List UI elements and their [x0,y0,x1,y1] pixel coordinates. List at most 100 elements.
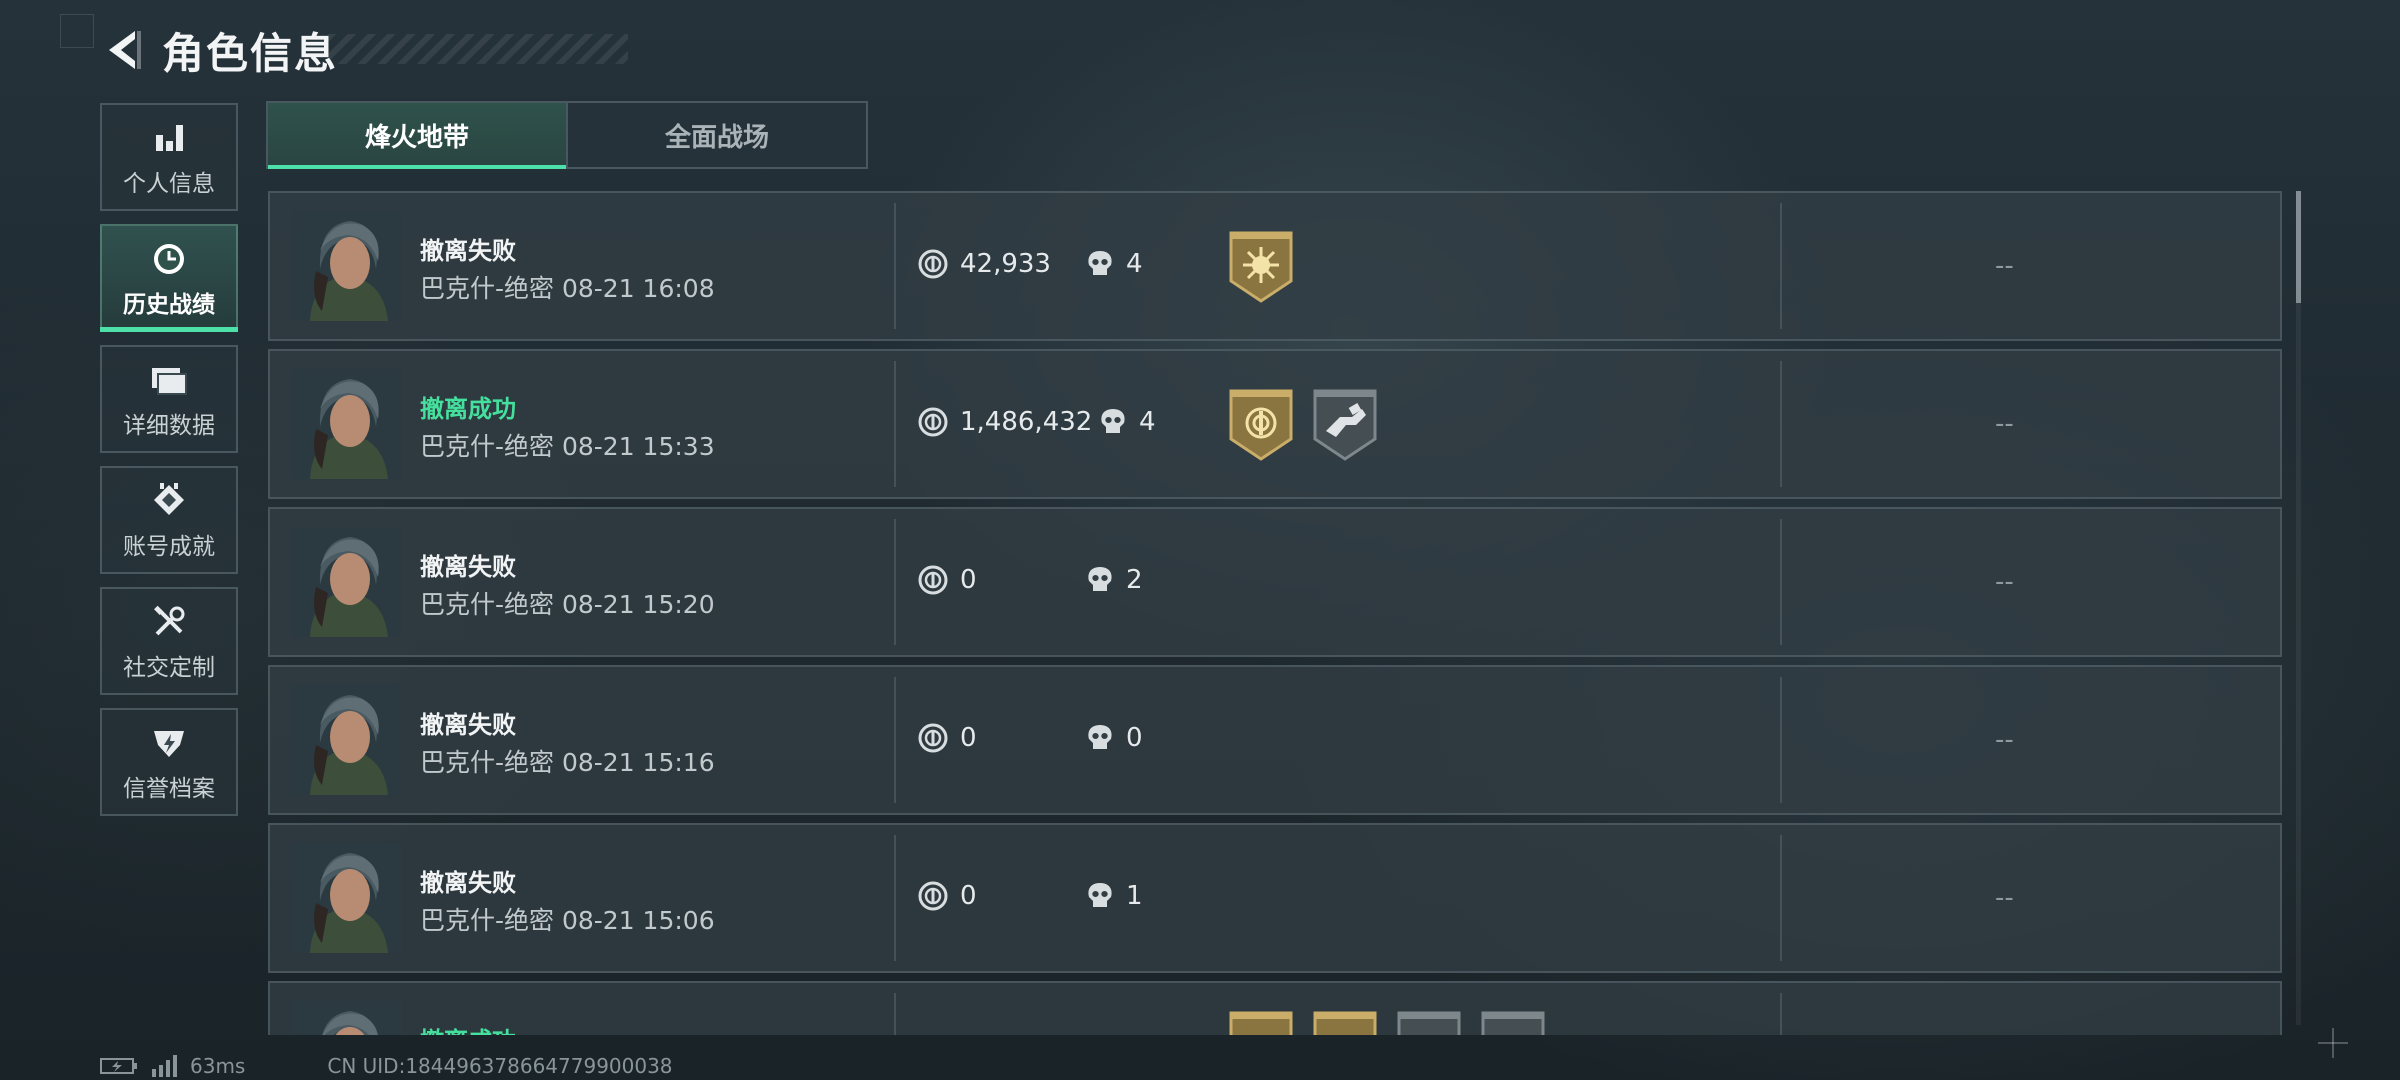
operator-avatar [292,369,402,479]
tab-warzone[interactable]: 烽火地带 [268,103,566,169]
money-value: 0 [960,565,977,595]
sidebar-item-label: 历史战绩 [123,292,215,318]
coin-icon [918,723,948,753]
divider [894,993,896,1035]
operator-avatar [292,211,402,321]
kills-value: 1 [1126,881,1143,911]
operator-avatar [292,527,402,637]
divider [1780,203,1782,329]
kills-value: 2 [1126,565,1143,595]
extraction-status: 撤离成功 [420,1021,516,1035]
skull-icon [1088,251,1112,275]
extraction-status: 撤离成功 [420,395,516,423]
divider [1780,835,1782,961]
match-record-row[interactable]: 撤离失败 巴克什-绝密 08-21 15:06 0 1 -- [268,823,2282,973]
tab-full-battlefield[interactable]: 全面战场 [566,103,866,167]
divider [894,677,896,803]
ping-value: 63ms [190,1054,246,1078]
match-record-row[interactable]: 撤离成功 -- [268,981,2282,1035]
badge-list [1228,229,1294,303]
clock-icon [151,237,187,281]
sidebar-item-detail-data[interactable]: 详细数据 [100,345,238,453]
title-stripes [328,34,628,64]
operator-avatar [292,685,402,795]
sidebar: 个人信息 历史战绩 详细数据 账号成就 社交定制 信誉档案 [100,103,238,829]
badge-list [1228,1009,1546,1035]
map-and-time: 巴克什-绝密 08-21 15:16 [420,748,715,777]
gray-hand-badge-icon [1313,389,1377,461]
kills-stat: 0 [1086,723,1143,753]
map-and-time: 巴克什-绝密 08-21 16:08 [420,274,715,303]
status-footer: 63ms CN UID:184496378664779900038 [100,1054,673,1078]
kills-value: 0 [1126,723,1143,753]
badge-list [1228,387,1378,461]
sidebar-item-history[interactable]: 历史战绩 [100,224,238,332]
money-stat: 0 [918,723,977,753]
folder-icon [150,358,188,402]
match-record-row[interactable]: 撤离失败 巴克什-绝密 08-21 15:20 0 2 -- [268,507,2282,657]
coin-icon [918,881,948,911]
list-scrollbar[interactable] [2296,191,2301,1025]
divider [1780,677,1782,803]
user-uid: CN UID:184496378664779900038 [327,1054,673,1078]
gold-badge-icon [1313,1011,1377,1035]
gray-badge-icon [1397,1011,1461,1035]
match-record-row[interactable]: 撤离成功 巴克什-绝密 08-21 15:33 1,486,432 4 -- [268,349,2282,499]
extra-info: -- [1995,725,2014,755]
signal-icon [152,1055,177,1077]
achievement-icon [152,479,186,523]
battery-icon [100,1058,137,1074]
back-arrow-icon [109,31,141,69]
corner-decoration [60,14,94,48]
extraction-status: 撤离失败 [420,869,516,897]
kills-stat: 4 [1086,249,1143,279]
extra-info: -- [1995,883,2014,913]
map-and-time: 巴克什-绝密 08-21 15:33 [420,432,715,461]
mode-tabs: 烽火地带 全面战场 [266,101,868,169]
extra-info: -- [1995,251,2014,281]
sidebar-item-label: 社交定制 [123,655,215,681]
map-and-time: 巴克什-绝密 08-21 15:20 [420,590,715,619]
skull-icon [1088,567,1112,591]
sidebar-item-label: 账号成就 [123,534,215,560]
crosshair-decoration [2318,1028,2348,1058]
kills-stat: 2 [1086,565,1143,595]
money-value: 0 [960,881,977,911]
gray-badge-icon [1481,1011,1545,1035]
coin-icon [918,249,948,279]
match-record-row[interactable]: 撤离失败 巴克什-绝密 08-21 15:16 0 0 -- [268,665,2282,815]
sidebar-item-label: 信誉档案 [123,776,215,802]
money-value: 0 [960,723,977,753]
kills-value: 4 [1139,407,1156,437]
tools-icon [151,600,187,644]
back-button[interactable] [98,22,148,78]
kills-stat: 4 [1099,407,1156,437]
sidebar-item-personal-info[interactable]: 个人信息 [100,103,238,211]
money-value: 42,933 [960,249,1051,279]
operator-avatar [292,843,402,953]
extraction-status: 撤离失败 [420,711,516,739]
page-title: 角色信息 [162,28,339,78]
match-history-list: 撤离失败 巴克什-绝密 08-21 16:08 42,933 4 -- 撤离成功… [268,191,2282,1035]
page-header: 角色信息 [98,22,628,78]
money-stat: 0 [918,881,977,911]
gold-sun-badge-icon [1229,231,1293,303]
money-value: 1,486,432 [960,407,1093,437]
divider [894,519,896,645]
divider [1780,519,1782,645]
bar-chart-icon [152,116,186,160]
match-record-row[interactable]: 撤离失败 巴克什-绝密 08-21 16:08 42,933 4 -- [268,191,2282,341]
operator-avatar [292,1001,402,1035]
divider [894,203,896,329]
skull-icon [1088,883,1112,907]
coin-icon [918,565,948,595]
sidebar-item-social-custom[interactable]: 社交定制 [100,587,238,695]
extraction-status: 撤离失败 [420,237,516,265]
scroll-thumb[interactable] [2296,191,2301,303]
skull-icon [1088,725,1112,749]
money-stat: 42,933 [918,249,1051,279]
sidebar-item-achievements[interactable]: 账号成就 [100,466,238,574]
sidebar-item-credit-profile[interactable]: 信誉档案 [100,708,238,816]
skull-icon [1101,409,1125,433]
divider [894,361,896,487]
